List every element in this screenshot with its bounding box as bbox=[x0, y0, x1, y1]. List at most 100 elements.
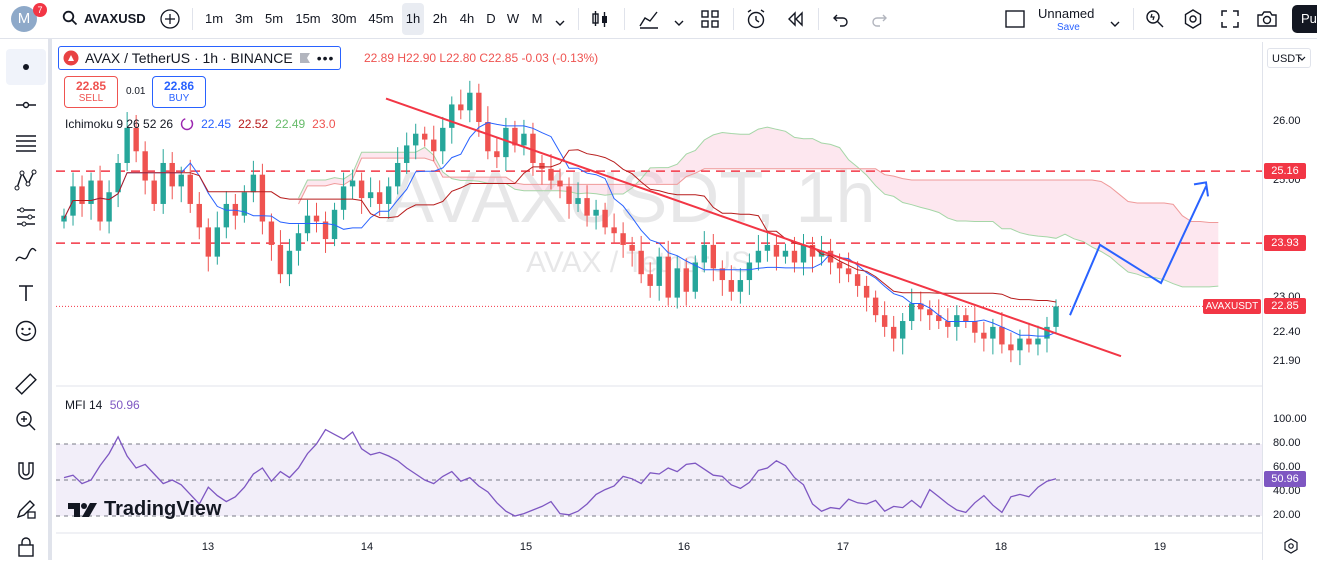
zoom-in-icon bbox=[16, 411, 36, 431]
add-symbol-icon[interactable] bbox=[159, 8, 181, 35]
candle bbox=[972, 307, 978, 343]
flag-icon bbox=[299, 53, 310, 63]
chevron-down-icon[interactable] bbox=[1110, 15, 1120, 33]
loading-icon bbox=[180, 117, 194, 131]
cursor-tool[interactable] bbox=[6, 49, 46, 85]
indicator-legend[interactable]: Ichimoku 9 26 52 26 22.45 22.52 22.49 23… bbox=[65, 117, 336, 131]
candle bbox=[313, 202, 320, 233]
lock-icon bbox=[18, 537, 34, 557]
undo-icon[interactable] bbox=[832, 11, 850, 32]
emoji-tool[interactable] bbox=[6, 313, 46, 349]
tradingview-logo-icon bbox=[68, 502, 97, 517]
timeframe-30m[interactable]: 30m bbox=[329, 0, 359, 38]
candle bbox=[223, 191, 230, 239]
candle bbox=[196, 192, 202, 240]
candle bbox=[909, 288, 915, 330]
candle bbox=[79, 175, 85, 217]
indicator-name: Ichimoku 9 26 52 26 bbox=[65, 117, 174, 131]
candle bbox=[1035, 325, 1041, 356]
prediction-tool[interactable] bbox=[6, 199, 46, 235]
currency-selector[interactable]: USDT bbox=[1267, 48, 1311, 68]
fib-tool[interactable] bbox=[6, 125, 46, 161]
quick-search-icon[interactable] bbox=[1144, 8, 1166, 35]
symbol-legend[interactable]: AVAX / TetherUS · 1h · BINANCE ••• bbox=[58, 46, 342, 70]
layout-name[interactable]: Unnamed bbox=[1038, 6, 1094, 21]
ohlc-values: 22.89 H22.90 L22.80 C22.85 -0.03 (-0.13%… bbox=[364, 51, 599, 65]
candle bbox=[70, 172, 76, 226]
measure-tool[interactable] bbox=[6, 366, 46, 402]
magnet-tool[interactable] bbox=[6, 453, 46, 489]
sell-price: 22.85 bbox=[75, 79, 107, 93]
candle bbox=[106, 180, 112, 234]
sell-button[interactable]: 22.85 SELL bbox=[64, 76, 118, 108]
candle bbox=[151, 173, 157, 211]
buy-price: 22.86 bbox=[163, 79, 195, 93]
chikou-value: 22.49 bbox=[275, 117, 306, 131]
brush-icon bbox=[15, 247, 37, 262]
y-tick-label: 22.40 bbox=[1273, 325, 1301, 338]
axis-settings-icon[interactable] bbox=[1283, 538, 1299, 559]
symbol-search-button[interactable]: AVAXUSD bbox=[84, 0, 146, 38]
candle bbox=[1008, 332, 1014, 363]
candle bbox=[881, 301, 888, 337]
magnet-icon bbox=[18, 462, 34, 480]
smiley-icon bbox=[15, 320, 37, 342]
chevron-down-icon[interactable] bbox=[555, 14, 565, 32]
sell-label: SELL bbox=[78, 93, 104, 104]
layout-icon[interactable] bbox=[1005, 10, 1025, 33]
timeframe-1h[interactable]: 1h bbox=[402, 3, 424, 35]
tradingview-logo[interactable]: TradingView bbox=[68, 498, 221, 521]
templates-icon[interactable] bbox=[700, 9, 720, 34]
candle bbox=[1053, 299, 1059, 334]
timeframe-d[interactable]: D bbox=[483, 0, 499, 38]
redo-icon[interactable] bbox=[870, 11, 888, 32]
timeframe-45m[interactable]: 45m bbox=[366, 0, 396, 38]
timeframe-m[interactable]: M bbox=[528, 0, 546, 38]
trendline-tool[interactable] bbox=[6, 87, 46, 123]
replay-icon[interactable] bbox=[786, 11, 804, 32]
drawing-mode-tool[interactable] bbox=[6, 491, 46, 527]
timeframe-4h[interactable]: 4h bbox=[455, 0, 479, 38]
candle bbox=[358, 172, 365, 214]
timeframe-15m[interactable]: 15m bbox=[293, 0, 323, 38]
candle bbox=[800, 234, 807, 276]
indicators-icon[interactable] bbox=[638, 9, 660, 34]
line-icon bbox=[16, 101, 36, 109]
save-label[interactable]: Save bbox=[1057, 22, 1080, 33]
alert-icon[interactable] bbox=[745, 8, 767, 35]
pattern-tool[interactable] bbox=[6, 162, 46, 198]
fullscreen-icon[interactable] bbox=[1220, 9, 1240, 34]
brush-tool[interactable] bbox=[6, 237, 46, 273]
text-tool[interactable] bbox=[6, 275, 46, 311]
candle bbox=[277, 230, 284, 284]
camera-icon[interactable] bbox=[1256, 9, 1278, 34]
chart-area[interactable]: AVAXUSDT, 1h AVAX / TetherUS 13 14 15 16 17 1… bbox=[56, 42, 1266, 560]
candle bbox=[954, 305, 960, 341]
settings-icon[interactable] bbox=[1182, 8, 1204, 35]
y-tick-label: 26.00 bbox=[1273, 115, 1301, 127]
timeframe-2h[interactable]: 2h bbox=[428, 0, 452, 38]
candle bbox=[1044, 316, 1050, 353]
candles-icon[interactable] bbox=[590, 9, 610, 34]
last-price-symbol-tag: AVAXUSDT bbox=[1203, 298, 1261, 314]
mfi-label: MFI 14 bbox=[65, 398, 103, 412]
top-toolbar: M 7 AVAXUSD 1m 3m 5m 15m 30m 45m 1h 2h 4… bbox=[0, 0, 1317, 39]
buy-button[interactable]: 22.86 BUY bbox=[152, 76, 206, 108]
chevron-down-icon[interactable] bbox=[674, 14, 684, 32]
mfi-legend[interactable]: MFI 14 50.96 bbox=[65, 398, 140, 412]
last-price-symbol: AVAXUSDT bbox=[1205, 300, 1259, 312]
candle bbox=[458, 89, 464, 120]
candle bbox=[205, 218, 211, 272]
search-icon[interactable] bbox=[62, 10, 78, 31]
timeframe-5m[interactable]: 5m bbox=[261, 0, 287, 38]
candle bbox=[999, 312, 1005, 354]
zoom-tool[interactable] bbox=[6, 403, 46, 439]
more-icon[interactable]: ••• bbox=[317, 50, 335, 66]
timeframe-1m[interactable]: 1m bbox=[201, 0, 227, 38]
x-tick-label: 18 bbox=[995, 541, 1007, 553]
publish-button[interactable]: Pu bbox=[1292, 5, 1317, 33]
candle bbox=[782, 243, 789, 264]
timeframe-3m[interactable]: 3m bbox=[231, 0, 257, 38]
price-axis[interactable]: USDT 26.00 25.00 23.00 22.40 21.90 100.00 80.0… bbox=[1262, 42, 1317, 560]
timeframe-w[interactable]: W bbox=[504, 0, 522, 38]
